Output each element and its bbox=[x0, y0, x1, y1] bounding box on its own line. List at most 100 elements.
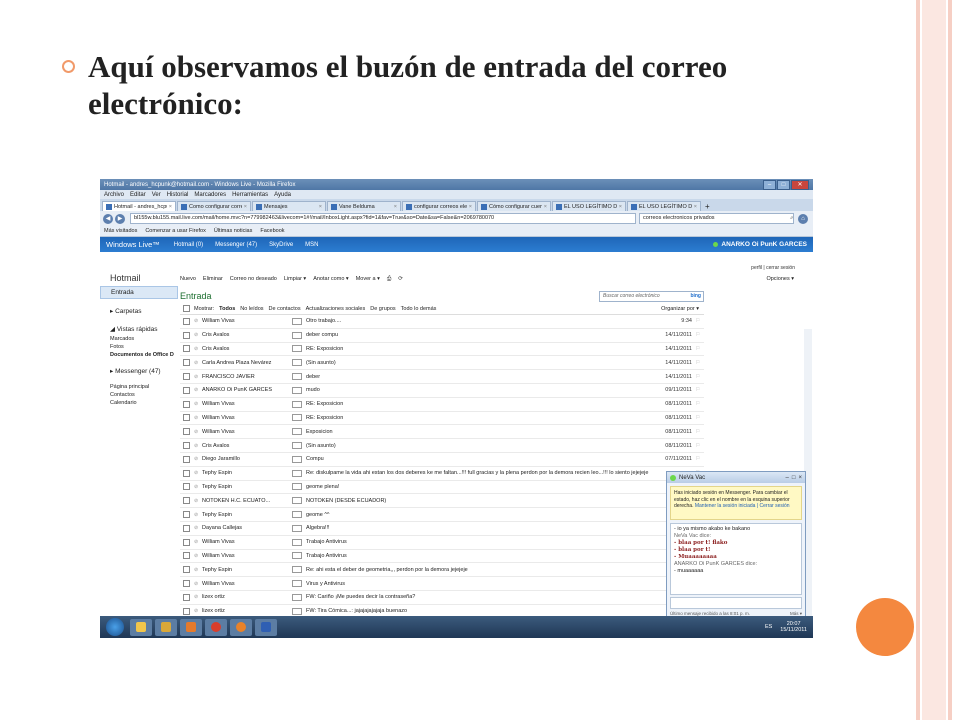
close-tab-icon[interactable]: × bbox=[244, 202, 247, 211]
sidebar-link[interactable]: Calendario bbox=[100, 399, 178, 407]
row-checkbox[interactable] bbox=[183, 455, 190, 463]
email-row[interactable]: ⊘ Cris Avalos RE: Exposicion 14/11/2011 ⚐ bbox=[180, 343, 704, 357]
close-tab-icon[interactable]: × bbox=[394, 202, 397, 211]
flag-icon[interactable]: ⚐ bbox=[692, 443, 704, 449]
browser-tab[interactable]: Cómo configurar cuen...× bbox=[477, 201, 551, 211]
filter-unread[interactable]: No leídos bbox=[240, 306, 263, 312]
close-tab-icon[interactable]: × bbox=[319, 202, 322, 211]
word-icon[interactable] bbox=[255, 618, 277, 636]
row-checkbox[interactable] bbox=[183, 386, 190, 394]
browser-tab[interactable]: EL USO LEGÍTIMO DEL ...× bbox=[552, 201, 626, 211]
menu-item[interactable]: Herramientas bbox=[232, 192, 268, 198]
row-checkbox[interactable] bbox=[183, 428, 190, 436]
row-checkbox[interactable] bbox=[183, 331, 190, 339]
flag-icon[interactable]: ⚐ bbox=[692, 318, 704, 324]
minimize-icon[interactable]: – bbox=[763, 179, 776, 190]
media-player-icon[interactable] bbox=[180, 618, 202, 636]
email-row[interactable]: ⊘ NOTOKEN H.C. ECUATO... NOTOKEN (DESDE EC… bbox=[180, 494, 704, 509]
header-nav-item[interactable]: Messenger (47) bbox=[215, 242, 257, 248]
sidebar-subitem[interactable]: Marcados bbox=[100, 335, 178, 343]
email-row[interactable]: ⊘ Carla Andrea Plaza Nevárez (Sin asunto) 1… bbox=[180, 356, 704, 371]
header-nav-item[interactable]: SkyDrive bbox=[269, 242, 293, 248]
refresh-icon[interactable]: ⟳ bbox=[398, 276, 403, 282]
flag-icon[interactable]: ⚐ bbox=[692, 429, 704, 435]
sidebar-item-messenger[interactable]: ▸ Messenger (47) bbox=[100, 365, 178, 377]
browser-tab[interactable]: Vane Belduma × bbox=[327, 201, 401, 211]
email-row[interactable]: ⊘Tephy Espingeome plena!⚐ bbox=[180, 481, 704, 495]
bookmark-item[interactable]: Facebook bbox=[260, 228, 284, 234]
forward-icon[interactable]: ▶ bbox=[115, 213, 125, 224]
bookmark-item[interactable]: Más visitados bbox=[104, 228, 137, 234]
options-button[interactable]: Opciones ▾ bbox=[766, 276, 794, 282]
sweep-button[interactable]: Limpiar ▾ bbox=[284, 276, 306, 282]
search-icon[interactable]: ⌕ bbox=[790, 214, 793, 223]
email-row[interactable]: ⊘ Cris Avalos (Sin asunto) 08/11/2011 ⚐ bbox=[180, 439, 704, 453]
profile-links[interactable]: perfil | cerrar sesión bbox=[751, 265, 795, 271]
row-checkbox[interactable] bbox=[183, 442, 190, 450]
firefox-icon[interactable] bbox=[230, 618, 252, 636]
flag-icon[interactable]: ⚐ bbox=[692, 456, 704, 462]
sidebar-item-folders[interactable]: ▸ Carpetas bbox=[100, 305, 178, 317]
row-checkbox[interactable] bbox=[183, 538, 190, 546]
maximize-icon[interactable]: □ bbox=[777, 179, 790, 190]
row-checkbox[interactable] bbox=[183, 607, 190, 615]
row-checkbox[interactable] bbox=[183, 593, 190, 601]
explorer-icon[interactable] bbox=[130, 618, 152, 636]
flag-icon[interactable]: ⚐ bbox=[692, 387, 704, 393]
clock[interactable]: 20:07 15/11/2011 bbox=[780, 621, 807, 634]
menu-item[interactable]: Archivo bbox=[104, 192, 124, 198]
sort-button[interactable]: Organizar por ▾ bbox=[661, 306, 699, 312]
row-checkbox[interactable] bbox=[183, 580, 190, 588]
start-button[interactable] bbox=[106, 618, 124, 636]
email-row[interactable]: ⊘William VivasTrabajo Antivirus⚐ bbox=[180, 536, 704, 550]
folder-icon[interactable] bbox=[155, 618, 177, 636]
close-icon[interactable]: × bbox=[798, 475, 802, 481]
close-tab-icon[interactable]: × bbox=[169, 202, 172, 211]
filter-all[interactable]: Todos bbox=[219, 306, 235, 312]
user-name[interactable]: ANARKO Oi PunK GARCES bbox=[721, 241, 807, 248]
browser-tab[interactable]: Como configurar corre...× bbox=[177, 201, 251, 211]
flag-icon[interactable]: ⚐ bbox=[692, 401, 704, 407]
email-row[interactable]: ⊘Tephy Espingeome ^^⚐ bbox=[180, 508, 704, 522]
flag-icon[interactable]: ⚐ bbox=[692, 346, 704, 352]
email-row[interactable]: ⊘ Tephy Espin Re: diskulpame la vida ahi e… bbox=[180, 467, 704, 481]
menu-item[interactable]: Editar bbox=[130, 192, 146, 198]
sidebar-link[interactable]: Página principal bbox=[100, 383, 178, 391]
row-checkbox[interactable] bbox=[183, 552, 190, 560]
chrome-icon[interactable] bbox=[205, 618, 227, 636]
flag-icon[interactable]: ⚐ bbox=[692, 360, 704, 366]
row-checkbox[interactable] bbox=[183, 497, 190, 505]
browser-tab[interactable]: EL USO LEGÍTIMO DEL ...× bbox=[627, 201, 701, 211]
row-checkbox[interactable] bbox=[183, 524, 190, 532]
print-icon[interactable]: ⎙ bbox=[387, 276, 391, 283]
browser-tab[interactable]: Mensajes × bbox=[252, 201, 326, 211]
row-checkbox[interactable] bbox=[183, 414, 190, 422]
home-icon[interactable]: ⌂ bbox=[798, 213, 808, 224]
header-nav-item[interactable]: MSN bbox=[305, 242, 318, 248]
mark-as-button[interactable]: Anotar como ▾ bbox=[313, 276, 348, 282]
email-row[interactable]: ⊘William VivasVirus y Antivirus⚐ bbox=[180, 577, 704, 591]
filter-everything-else[interactable]: Todo lo demás bbox=[401, 306, 437, 312]
mail-search-input[interactable]: Buscar correo electrónico bing bbox=[599, 290, 704, 302]
row-checkbox[interactable] bbox=[183, 483, 190, 491]
row-checkbox[interactable] bbox=[183, 469, 190, 477]
email-row[interactable]: ⊘William VivasTrabajo Antivirus⚐ bbox=[180, 550, 704, 564]
email-row[interactable]: ⊘ Tephy Espin Re: ahi esta el deber de geo… bbox=[180, 563, 704, 578]
junk-button[interactable]: Correo no deseado bbox=[230, 276, 277, 282]
email-row[interactable]: ⊘ lizex ortiz FW: Cariño ¡Me puedes decir … bbox=[180, 591, 704, 605]
new-tab-icon[interactable]: + bbox=[702, 202, 713, 211]
email-row[interactable]: ⊘ FRANCISCO JAVIER deber 14/11/2011 ⚐ bbox=[180, 370, 704, 384]
hotmail-brand[interactable]: Hotmail bbox=[100, 268, 178, 286]
close-tab-icon[interactable]: × bbox=[544, 202, 547, 211]
email-row[interactable]: ⊘ William Vivas Exposicion 08/11/2011 ⚐ bbox=[180, 425, 704, 440]
row-checkbox[interactable] bbox=[183, 317, 190, 325]
email-row[interactable]: ⊘ Cris Avalos deber compu 14/11/2011 ⚐ bbox=[180, 329, 704, 343]
sidebar-item-quick-views[interactable]: ◢ Vistas rápidas bbox=[100, 323, 178, 335]
flag-icon[interactable]: ⚐ bbox=[692, 332, 704, 338]
filter-social[interactable]: Actualizaciones sociales bbox=[306, 306, 366, 312]
close-tab-icon[interactable]: × bbox=[469, 202, 472, 211]
minimize-icon[interactable]: – bbox=[786, 475, 789, 481]
select-all-checkbox[interactable] bbox=[183, 305, 190, 312]
close-tab-icon[interactable]: × bbox=[694, 202, 697, 211]
language-indicator[interactable]: ES bbox=[765, 624, 772, 630]
